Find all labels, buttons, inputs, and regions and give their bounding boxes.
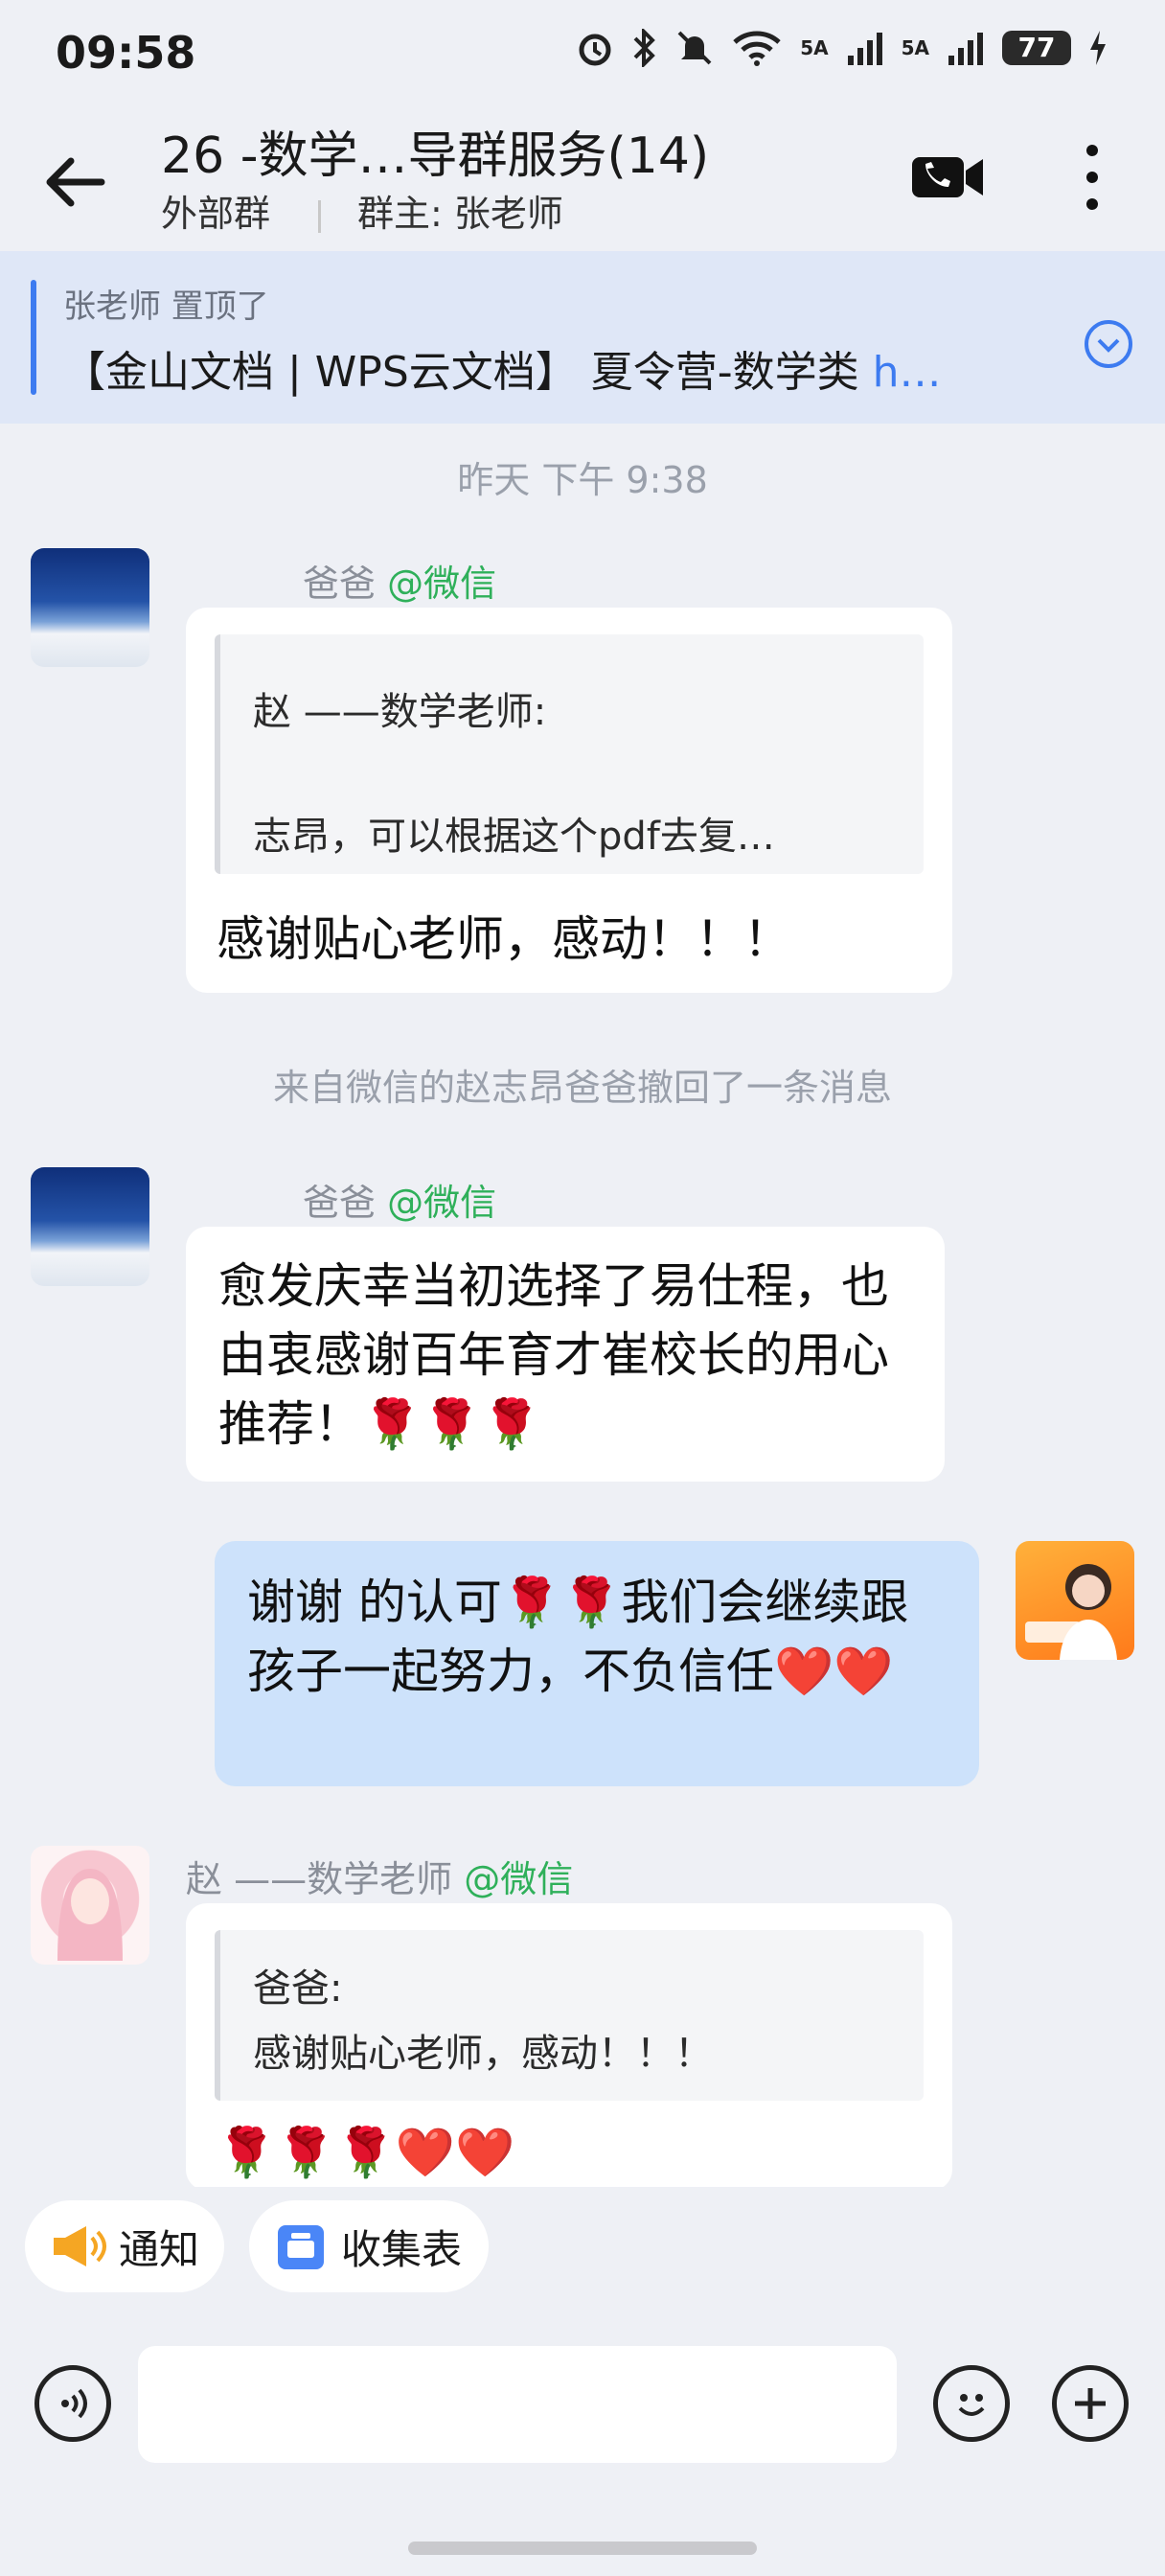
avatar-portrait: [57, 1869, 123, 1961]
quoted-message[interactable]: 赵 ——数学老师: 志昂，可以根据这个pdf去复…: [215, 634, 924, 874]
mute-icon: [677, 31, 712, 65]
message-bubble-self[interactable]: 谢谢 的认可🌹🌹我们会继续跟孩子一起努力，不负信任❤️❤️: [215, 1541, 979, 1786]
sender-source: @微信: [387, 563, 497, 605]
arrow-left-icon: [46, 157, 105, 207]
form-label: 收集表: [341, 2225, 463, 2273]
sender-label: 爸爸: [303, 563, 377, 605]
emoji-button[interactable]: [933, 2365, 1010, 2442]
message-text: 谢谢 的认可🌹🌹我们会继续跟孩子一起努力，不负信任❤️❤️: [247, 1575, 909, 1699]
add-button[interactable]: [1052, 2365, 1129, 2442]
quote-text: 感谢贴心老师，感动！！！: [253, 2032, 713, 2076]
video-call-icon: [912, 157, 983, 197]
alarm-icon: [579, 34, 611, 66]
timestamp: 昨天 下午 9:38: [457, 459, 708, 501]
avatar[interactable]: [31, 1846, 149, 1965]
chat-subtitle: 外部群 群主: 张老师: [161, 184, 563, 237]
signal-2-icon: [948, 33, 983, 65]
avatar[interactable]: [31, 1167, 149, 1286]
avatar-portrait: [1025, 1564, 1117, 1660]
sender-source: @微信: [387, 1182, 497, 1224]
call-button[interactable]: [910, 153, 987, 205]
sender-label: 爸爸: [303, 1182, 377, 1224]
pinned-doc-title: 【金山文档 | WPS云文档】 夏令营-数学类: [63, 348, 873, 397]
pinned-bar: [31, 280, 36, 395]
signal-1-label: 5A: [800, 36, 829, 59]
message-text: 感谢贴心老师，感动！！！: [217, 911, 791, 967]
message-bubble[interactable]: 愈发庆幸当初选择了易仕程，也由衷感谢百年育才崔校长的用心推荐！🌹🌹🌹: [186, 1227, 945, 1482]
sender-name: 赵 ——数学老师 @微信: [186, 1850, 573, 1902]
bluetooth-icon: [633, 29, 656, 67]
pinned-text: 【金山文档 | WPS云文档】 夏令营-数学类 h…: [63, 337, 942, 399]
message-text: 🌹🌹🌹❤️❤️: [217, 2125, 515, 2180]
quoted-message[interactable]: 爸爸: 感谢贴心老师，感动！！！: [215, 1930, 924, 2101]
message-bubble[interactable]: 赵 ——数学老师: 志昂，可以根据这个pdf去复… 感谢贴心老师，感动！！！: [186, 608, 952, 993]
sender-name: 爸爸 @微信: [303, 1173, 496, 1226]
status-icons: 5A 5A 77: [576, 29, 1108, 67]
voice-icon: [61, 2388, 87, 2419]
pinned-link[interactable]: h…: [873, 348, 942, 397]
recall-notice: 来自微信的赵志昂爸爸撤回了一条消息: [272, 1067, 892, 1109]
message-text: 愈发庆幸当初选择了易仕程，也由衷感谢百年育才崔校长的用心推荐！🌹🌹🌹: [218, 1258, 889, 1452]
expand-pinned-button[interactable]: [1083, 318, 1134, 374]
back-button[interactable]: [38, 144, 115, 220]
message-bubble[interactable]: 爸爸: 感谢贴心老师，感动！！！ 🌹🌹🌹❤️❤️: [186, 1903, 952, 2191]
divider: [318, 199, 322, 233]
sender-label: 赵 ——数学老师: [186, 1858, 453, 1900]
pinned-message[interactable]: 张老师 置顶了 【金山文档 | WPS云文档】 夏令营-数学类 h…: [0, 251, 1165, 424]
chevron-down-icon: [1085, 320, 1132, 368]
battery-indicator: 77: [1002, 31, 1071, 65]
chat-title[interactable]: 26 -数学…导群服务(14): [161, 115, 709, 187]
avatar[interactable]: [31, 548, 149, 667]
quote-author: 爸爸:: [253, 1966, 343, 2011]
quote-text: 志昂，可以根据这个pdf去复…: [253, 815, 775, 859]
voice-button[interactable]: [34, 2365, 111, 2442]
plus-icon: [1075, 2388, 1106, 2419]
pinned-by: 张老师 置顶了: [63, 288, 269, 326]
signal-1-icon: [847, 33, 882, 65]
charging-icon: [1090, 31, 1106, 65]
group-type-label: 外部群: [161, 193, 271, 235]
wifi-icon: [733, 31, 781, 66]
notify-label: 通知: [119, 2225, 200, 2273]
emoji-icon: [958, 2394, 985, 2416]
quote-author: 赵 ——数学老师:: [253, 690, 547, 734]
form-icon: [278, 2225, 324, 2269]
sender-name: 爸爸 @微信: [303, 554, 496, 607]
status-time: 09:58: [56, 27, 196, 79]
home-indicator[interactable]: [408, 2542, 757, 2555]
notify-button[interactable]: 通知: [25, 2200, 224, 2292]
group-owner-label: 群主: 张老师: [357, 193, 563, 235]
sender-source: @微信: [464, 1858, 574, 1900]
form-button[interactable]: 收集表: [249, 2200, 489, 2292]
megaphone-icon: [54, 2226, 106, 2266]
signal-2-label: 5A: [901, 36, 929, 59]
avatar-self[interactable]: [1016, 1541, 1134, 1660]
more-button[interactable]: [1073, 139, 1111, 219]
more-vertical-icon: [1086, 145, 1098, 210]
message-input[interactable]: [138, 2346, 897, 2463]
